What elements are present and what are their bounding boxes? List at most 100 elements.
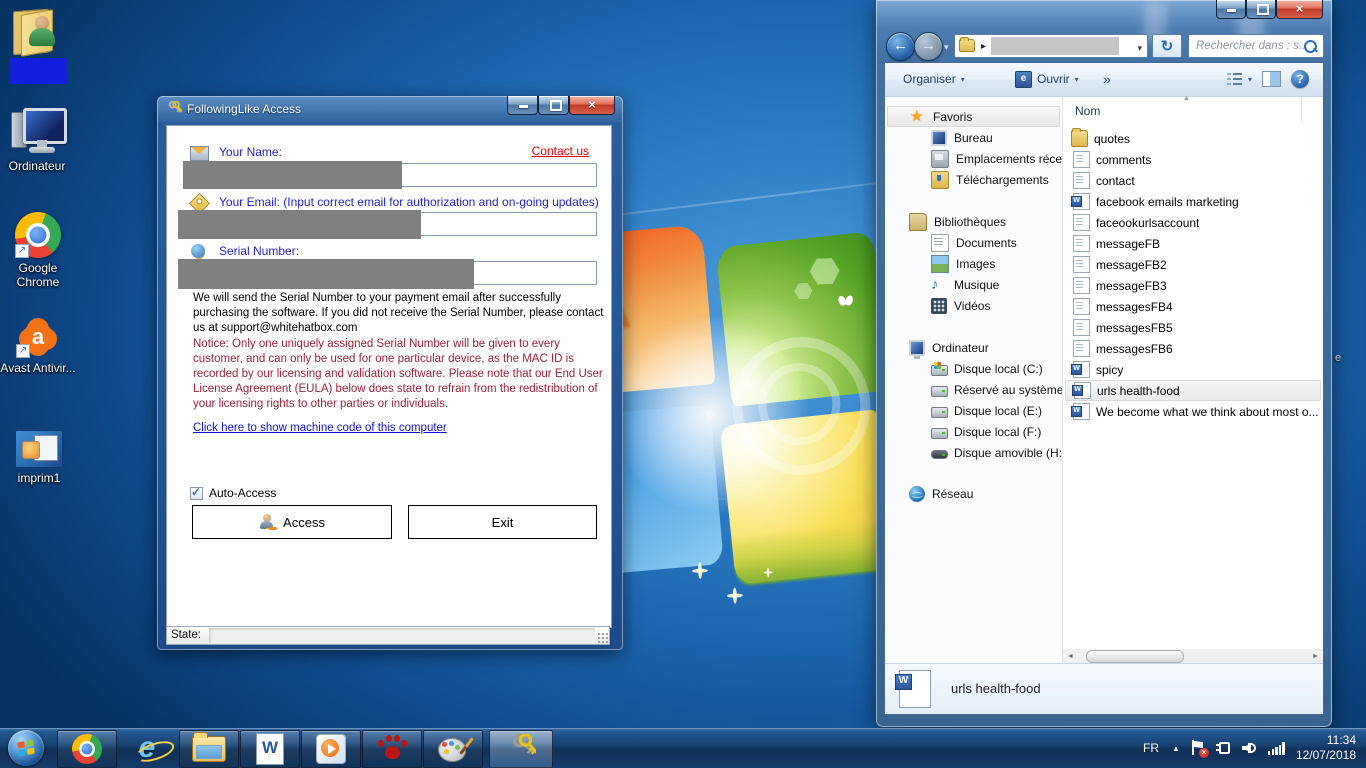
sidebar-item-images[interactable]: Images [885, 253, 1062, 274]
scrollbar-track[interactable] [1078, 649, 1308, 664]
close-button[interactable]: × [1276, 0, 1323, 19]
sidebar-item-reseau[interactable]: Réseau [885, 483, 1062, 504]
column-header-nom[interactable]: Nom [1075, 104, 1100, 118]
minimize-button[interactable] [1216, 0, 1246, 19]
drive-icon [931, 386, 948, 397]
hidden-desktop-icon-label: e [1335, 352, 1341, 364]
volume-icon[interactable] [1242, 741, 1257, 755]
sidebar-item-documents[interactable]: Documents [885, 232, 1062, 253]
maximize-button[interactable] [1246, 0, 1276, 19]
desktop-icon-label: imprim1 [0, 471, 81, 485]
sidebar-item-favoris[interactable]: ★ Favoris [887, 106, 1060, 127]
list-item[interactable]: faceookurlsaccount [1065, 212, 1321, 233]
list-item[interactable]: We become what we think about most o... [1065, 401, 1321, 422]
exit-button[interactable]: Exit [408, 505, 597, 539]
list-item[interactable]: facebook emails marketing [1065, 191, 1321, 212]
minimize-button[interactable] [507, 96, 538, 115]
ouvrir-menu[interactable]: e Ouvrir▾ [1015, 63, 1079, 95]
taskbar-word-button[interactable] [240, 730, 300, 768]
address-dropdown-icon[interactable]: ▾ [1137, 43, 1142, 54]
taskbar-chrome-button[interactable] [57, 730, 117, 768]
desktop-icon-ordinateur[interactable]: Ordinateur [0, 106, 79, 173]
list-item[interactable]: messageFB3 [1065, 275, 1321, 296]
taskbar-media-player-button[interactable] [301, 730, 361, 768]
scroll-right-icon[interactable]: ► [1308, 653, 1323, 660]
network-signal-icon[interactable] [1268, 742, 1285, 755]
forward-button[interactable]: → [914, 32, 943, 61]
sidebar-item-bureau[interactable]: Bureau [885, 127, 1062, 148]
scroll-left-icon[interactable]: ◄ [1063, 653, 1078, 660]
decor-flower [692, 563, 709, 580]
list-item[interactable]: messageFB [1065, 233, 1321, 254]
more-commands-button[interactable]: » [1103, 63, 1111, 95]
selected-file-name: urls health-food [951, 681, 1041, 696]
sidebar-item-emplacements-recents[interactable]: Emplacements récents [885, 148, 1062, 169]
start-button[interactable] [8, 730, 44, 766]
word-document-icon [899, 670, 931, 708]
maximize-button[interactable] [538, 96, 569, 115]
preview-pane-icon[interactable] [1262, 71, 1281, 87]
taskbar-paw-app-button[interactable] [362, 730, 422, 768]
close-button[interactable]: × [569, 96, 615, 115]
window-caption-buttons: × [1216, 0, 1323, 19]
details-pane: urls health-food [885, 663, 1323, 714]
power-plug-icon[interactable] [1216, 741, 1231, 755]
scrollbar-thumb[interactable] [1086, 650, 1184, 663]
desktop-icon-google-chrome[interactable]: ↗ Google Chrome [0, 212, 80, 289]
desktop-icon-user-folder[interactable] [0, 8, 80, 84]
list-item-selected[interactable]: urls health-food [1065, 380, 1321, 401]
person-key-icon [259, 514, 275, 530]
sidebar-item-disque-f[interactable]: Disque local (F:) [885, 421, 1062, 442]
search-input[interactable]: Rechercher dans : s... [1188, 34, 1324, 58]
sidebar-item-videos[interactable]: Vidéos [885, 295, 1062, 316]
taskbar-explorer-button[interactable] [179, 730, 239, 768]
show-hidden-icons-button[interactable]: ▲ [1172, 744, 1180, 753]
column-divider[interactable] [1301, 99, 1302, 123]
system-tray: FR ▲ × 11:34 12/07/2018 [1141, 728, 1362, 768]
list-item[interactable]: messageFB2 [1065, 254, 1321, 275]
sidebar-item-disque-d[interactable]: Réservé au système (D:) [885, 379, 1062, 400]
list-item[interactable]: messagesFB4 [1065, 296, 1321, 317]
clock[interactable]: 11:34 12/07/2018 [1296, 733, 1362, 763]
address-bar[interactable]: ▸ ▾ [954, 34, 1148, 58]
auto-access-checkbox[interactable]: ✓ [190, 487, 203, 500]
list-item[interactable]: messagesFB5 [1065, 317, 1321, 338]
view-controls: ▾ ? [1227, 68, 1309, 90]
sidebar-item-musique[interactable]: ♪ Musique [885, 274, 1062, 295]
change-view-button[interactable]: ▾ [1227, 72, 1252, 86]
sidebar-item-bibliotheques[interactable]: Bibliothèques [885, 211, 1062, 232]
machine-code-link[interactable]: Click here to show machine code of this … [193, 422, 447, 434]
action-center-icon[interactable]: × [1191, 740, 1205, 756]
envelope-icon [190, 146, 209, 161]
list-item[interactable]: spicy [1065, 359, 1321, 380]
sidebar-item-disque-e[interactable]: Disque local (E:) [885, 400, 1062, 421]
horizontal-scrollbar[interactable]: ◄ ► [1063, 649, 1323, 664]
window-title[interactable]: FollowingLike Access [187, 96, 301, 123]
computer-icon [11, 106, 63, 156]
desktop-icon-avast[interactable]: a ↗ Avast Antivir... [0, 316, 80, 375]
desktop-icon-imprim1[interactable]: imprim1 [0, 430, 81, 485]
organiser-menu[interactable]: Organiser▾ [903, 63, 965, 95]
history-dropdown-icon[interactable]: ▾ [944, 42, 949, 53]
list-item[interactable]: contact [1065, 170, 1321, 191]
removable-drive-icon [931, 450, 948, 459]
contact-us-link[interactable]: Contact us [532, 144, 589, 158]
language-indicator[interactable]: FR [1141, 741, 1161, 755]
sidebar-item-telechargements[interactable]: Téléchargements [885, 169, 1062, 190]
resize-grip[interactable] [597, 632, 608, 643]
desktop-icon-label: Google Chrome [0, 261, 80, 289]
list-item[interactable]: comments [1065, 149, 1321, 170]
taskbar-ie-button[interactable]: e [118, 730, 176, 766]
help-icon[interactable]: ? [1291, 70, 1309, 88]
taskbar-paint-button[interactable] [423, 730, 483, 768]
serial-icon [191, 244, 205, 258]
sidebar-item-disque-c[interactable]: Disque local (C:) [885, 358, 1062, 379]
list-item[interactable]: messagesFB6 [1065, 338, 1321, 359]
refresh-button[interactable]: ↻ [1152, 34, 1182, 58]
sidebar-item-ordinateur[interactable]: Ordinateur [885, 337, 1062, 358]
sidebar-item-disque-h[interactable]: Disque amovible (H:) [885, 442, 1062, 463]
back-button[interactable]: ← [886, 32, 915, 61]
access-button[interactable]: Access [192, 505, 392, 539]
taskbar-followinglike-button[interactable] [489, 730, 553, 768]
list-item[interactable]: quotes [1065, 128, 1321, 149]
